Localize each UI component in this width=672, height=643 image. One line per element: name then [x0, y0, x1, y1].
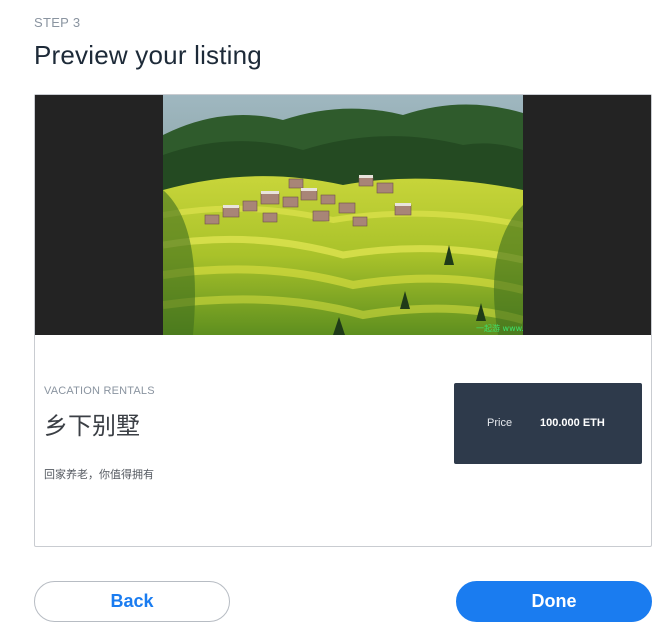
price-value: 100.000 ETH: [540, 417, 605, 429]
back-button[interactable]: Back: [34, 581, 230, 622]
done-button[interactable]: Done: [456, 581, 652, 622]
step-label: STEP 3: [34, 15, 81, 30]
listing-category: VACATION RENTALS: [44, 385, 155, 397]
listing-preview-card: 一起游 www. VACATION RENTALS 乡下别墅 回家养老，你值得拥…: [34, 94, 652, 547]
listing-description: 回家养老，你值得拥有: [44, 469, 154, 481]
photo-watermark: 一起游 www.: [476, 323, 523, 333]
listing-photo-area: 一起游 www.: [35, 95, 651, 335]
listing-title: 乡下别墅: [44, 413, 140, 440]
page-title: Preview your listing: [34, 40, 262, 70]
price-label: Price: [487, 417, 513, 429]
listing-photo: 一起游 www.: [163, 95, 523, 335]
price-box: Price 100.000 ETH: [454, 383, 642, 464]
